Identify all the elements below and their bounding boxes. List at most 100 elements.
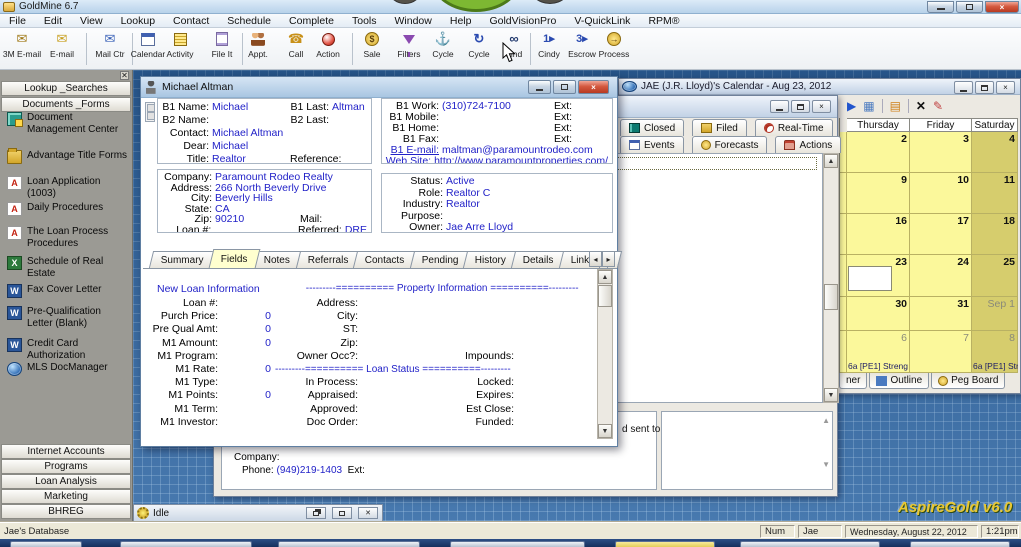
- activity-tab-closed[interactable]: Closed: [620, 119, 684, 136]
- taskbar-button[interactable]: [450, 541, 585, 547]
- sidebar-group-documents-forms[interactable]: Documents _Forms: [1, 97, 131, 112]
- calendar-tab-peg-board[interactable]: Peg Board: [931, 373, 1005, 389]
- menu-tools[interactable]: Tools: [343, 15, 386, 27]
- contact-field[interactable]: Michael Altman: [212, 127, 283, 140]
- sidebar-group-loan-analysis[interactable]: Loan Analysis: [1, 474, 131, 489]
- idle-window[interactable]: Idle ✕: [133, 504, 383, 522]
- b1-name-field[interactable]: Michael: [212, 101, 290, 114]
- calendar-cell[interactable]: 18: [972, 214, 1018, 255]
- calendar-cell[interactable]: 66a [PE1] Streng: [847, 331, 910, 373]
- restore-icon[interactable]: [306, 507, 326, 519]
- record-spinner[interactable]: [145, 102, 155, 122]
- maximize-icon[interactable]: [553, 80, 576, 94]
- calendar-event[interactable]: 6a [PE1] Streng: [973, 361, 1018, 371]
- calendar-cell[interactable]: 4: [972, 132, 1018, 173]
- calendar-cell[interactable]: 25: [972, 255, 1018, 297]
- menu-goldvisionpro[interactable]: GoldVisionPro: [480, 15, 565, 27]
- calendar-tab-outline[interactable]: Outline: [869, 373, 929, 389]
- close-icon[interactable]: ×: [985, 1, 1019, 13]
- website-value[interactable]: http://www.paramountproperties.com/: [434, 156, 608, 164]
- referred-field[interactable]: DRE: [345, 225, 367, 234]
- toolbar-cycle-anchor-button[interactable]: ⚓Cycle: [423, 31, 463, 67]
- scroll-up-icon[interactable]: ▲: [598, 270, 612, 284]
- video-calendar-icon[interactable]: ▦: [863, 99, 874, 113]
- tab-pending[interactable]: Pending: [410, 251, 471, 268]
- calendar-tab-planner[interactable]: ner: [839, 373, 867, 389]
- scroll-up-icon[interactable]: ▲: [822, 416, 830, 425]
- app-titlebar[interactable]: GoldMine 6.7 ×: [0, 0, 1021, 14]
- activity-scrollbar[interactable]: ▲ ▼: [823, 153, 839, 403]
- toolbar-file-it-button[interactable]: File It: [202, 31, 242, 67]
- website-link[interactable]: Web Site:: [384, 156, 434, 164]
- b1-mobile-field[interactable]: [442, 112, 554, 123]
- dear-field[interactable]: Michael: [212, 140, 248, 153]
- calendar-cell[interactable]: 10: [910, 173, 972, 214]
- b1-work-field[interactable]: (310)724-7100: [442, 101, 554, 112]
- calendar-cell[interactable]: 16: [847, 214, 910, 255]
- minimize-icon[interactable]: [927, 1, 954, 13]
- tab-summary[interactable]: Summary: [149, 251, 216, 268]
- sidebar-group-lookup-searches[interactable]: Lookup _Searches: [1, 81, 131, 96]
- taskbar-button[interactable]: [10, 541, 82, 547]
- calendar-cell[interactable]: 86a [PE1] Streng: [972, 331, 1018, 373]
- zip-field[interactable]: 90210: [215, 214, 300, 225]
- menu-edit[interactable]: Edit: [35, 15, 71, 27]
- sidebar-item-pre-qualification-letter[interactable]: WPre-Qualification Letter (Blank): [7, 306, 129, 329]
- maximize-icon[interactable]: [791, 100, 810, 113]
- notes-icon[interactable]: ▤: [890, 99, 901, 113]
- close-icon[interactable]: ✕: [358, 507, 378, 519]
- status-field[interactable]: Active: [446, 176, 475, 188]
- toolbar-mail-center-button[interactable]: ✉Mail Ctr: [90, 31, 130, 67]
- toolbar-appointment-button[interactable]: Appt.: [238, 31, 278, 67]
- tab-scroll-left-icon[interactable]: ◂: [589, 251, 602, 267]
- calendar-cell[interactable]: 30: [847, 297, 910, 331]
- play-icon[interactable]: ▶: [847, 99, 856, 113]
- calendar-cell[interactable]: 17: [910, 214, 972, 255]
- sidebar-item-daily-procedures[interactable]: ADaily Procedures: [7, 202, 129, 216]
- calendar-cell[interactable]: Sep 1: [972, 297, 1018, 331]
- tab-referrals[interactable]: Referrals: [295, 251, 360, 268]
- toolbar-cycle-clock-button[interactable]: ↻Cycle: [459, 31, 499, 67]
- edit-pencil-icon[interactable]: ✎: [933, 99, 943, 113]
- b2-name-field[interactable]: [212, 114, 290, 127]
- industry-field[interactable]: Realtor: [446, 199, 480, 211]
- sidebar-close-icon[interactable]: ✕: [120, 71, 129, 80]
- maximize-icon[interactable]: [332, 507, 352, 519]
- activity-tab-filed[interactable]: Filed: [692, 119, 747, 136]
- sidebar-group-internet-accounts[interactable]: Internet Accounts: [1, 444, 131, 459]
- sidebar-item-loan-process-procedures[interactable]: AThe Loan Process Procedures: [7, 226, 129, 249]
- sidebar-item-advantage-title-forms[interactable]: Advantage Title Forms: [7, 150, 129, 164]
- restore-icon[interactable]: [956, 1, 983, 13]
- tab-fields[interactable]: Fields: [208, 249, 259, 268]
- menu-view[interactable]: View: [71, 15, 112, 27]
- tab-scroll-right-icon[interactable]: ▸: [602, 251, 615, 267]
- menu-complete[interactable]: Complete: [280, 15, 343, 27]
- company-field[interactable]: Paramount Rodeo Realty: [215, 172, 333, 183]
- taskbar-button[interactable]: [740, 541, 880, 547]
- scroll-thumb[interactable]: [598, 285, 612, 307]
- toolbar-3m-email-button[interactable]: ✉3M E-mail: [2, 31, 42, 67]
- close-icon[interactable]: ×: [812, 100, 831, 113]
- b1-last-field[interactable]: Altman: [332, 101, 365, 114]
- activity-tab-forecasts[interactable]: Forecasts: [692, 136, 768, 153]
- menu-file[interactable]: File: [0, 15, 35, 27]
- calendar-cell[interactable]: 31: [910, 297, 972, 331]
- close-icon[interactable]: ×: [996, 81, 1015, 94]
- calendar-cell[interactable]: 3: [910, 132, 972, 173]
- tab-notes[interactable]: Notes: [252, 251, 302, 268]
- owner-field[interactable]: Jae Arre Lloyd: [446, 222, 513, 233]
- toolbar-activity-button[interactable]: Activity: [160, 31, 200, 67]
- taskbar-button-active[interactable]: [615, 541, 715, 547]
- menu-window[interactable]: Window: [386, 15, 441, 27]
- sidebar-item-fax-cover-letter[interactable]: WFax Cover Letter: [7, 284, 129, 298]
- toolbar-sale-button[interactable]: $Sale: [352, 31, 392, 67]
- taskbar-button[interactable]: [278, 541, 420, 547]
- sidebar-item-loan-application[interactable]: ALoan Application (1003): [7, 176, 129, 199]
- toolbar-email-button[interactable]: ✉E-mail: [42, 31, 82, 67]
- menu-help[interactable]: Help: [441, 15, 481, 27]
- tab-details[interactable]: Details: [511, 251, 566, 268]
- loan-number-field[interactable]: [214, 225, 298, 234]
- sidebar-group-bhreg[interactable]: BHREG: [1, 504, 131, 519]
- sidebar-item-mls-docmanager[interactable]: MLS DocManager: [7, 362, 129, 376]
- activity-tab-real-time[interactable]: Real-Time: [755, 119, 833, 136]
